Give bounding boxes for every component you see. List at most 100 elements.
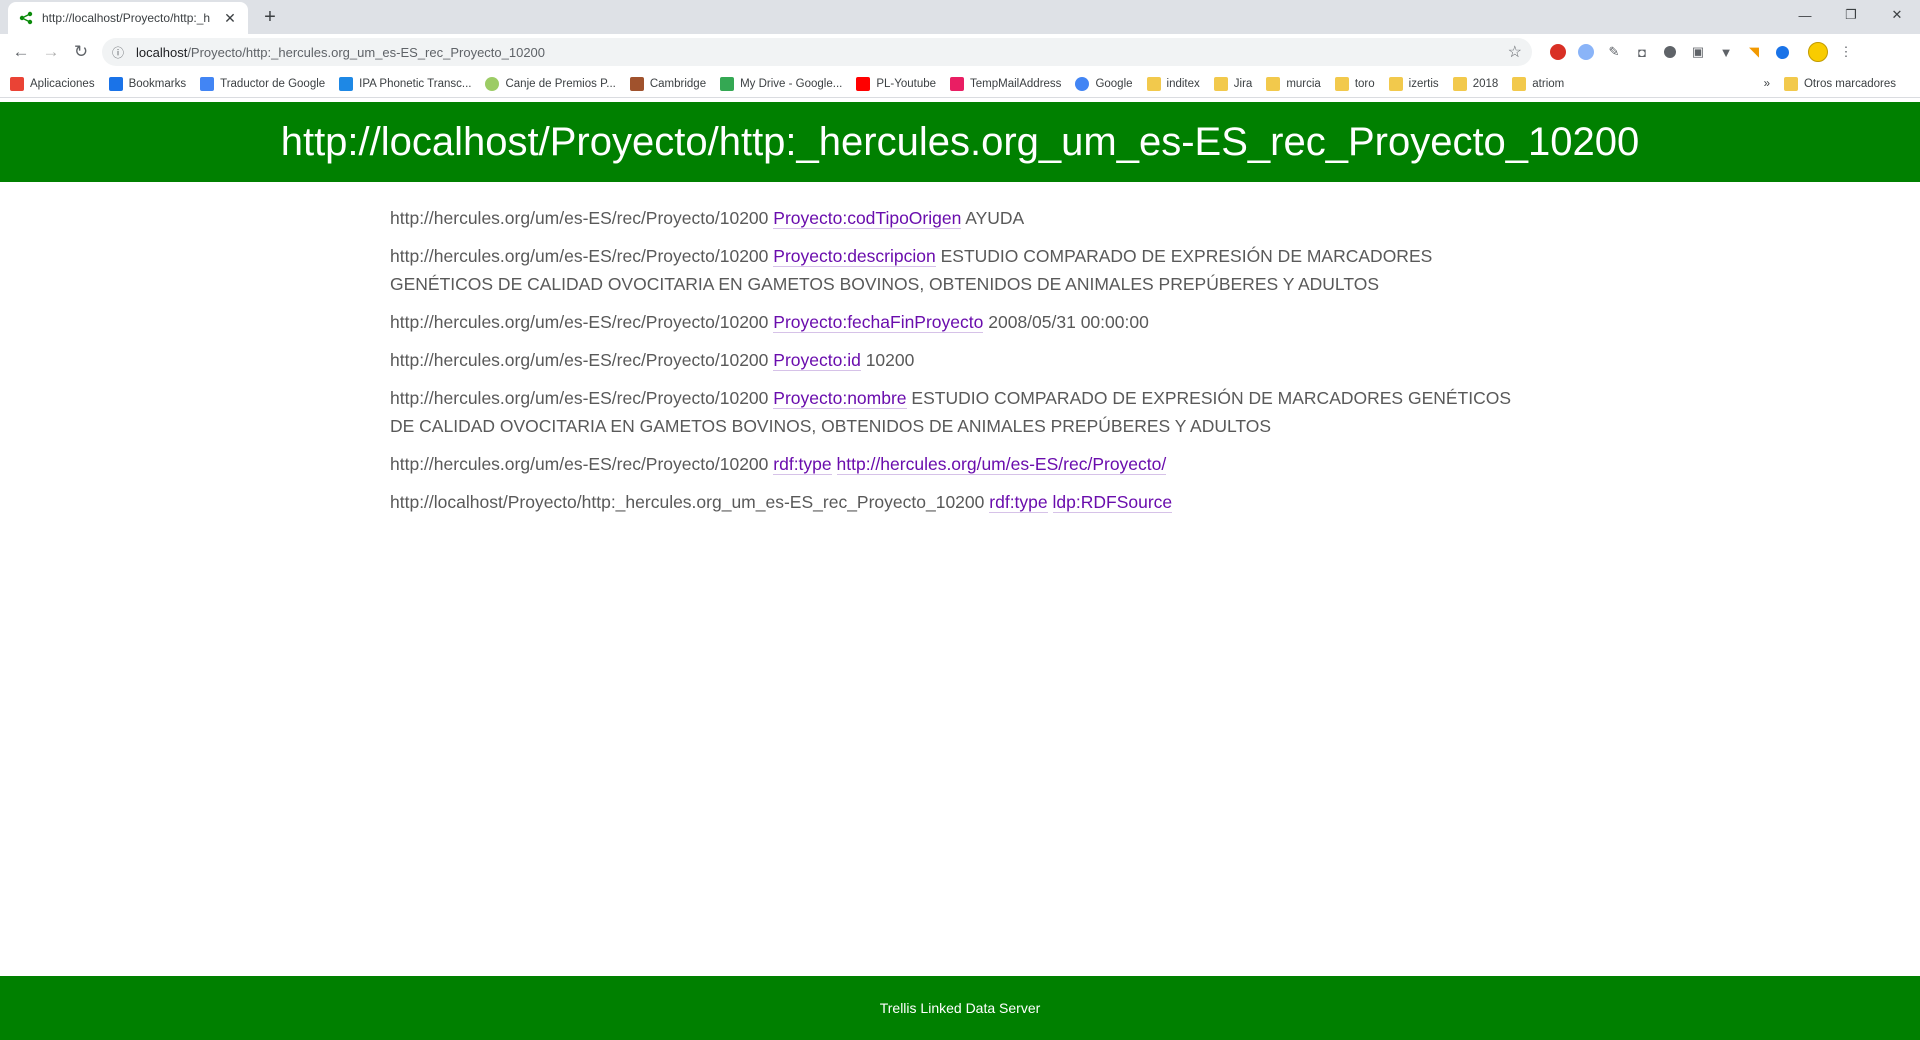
triple-subject: http://hercules.org/um/es-ES/rec/Proyect…	[390, 312, 769, 332]
triple-subject: http://hercules.org/um/es-ES/rec/Proyect…	[390, 208, 769, 228]
extensions: ✎ ◘ ▣ ▼ ◥ ⋮	[1544, 38, 1860, 66]
triple-predicate-link[interactable]: rdf:type	[989, 492, 1048, 513]
adblock-icon[interactable]	[1544, 38, 1572, 66]
bookmark-label: izertis	[1408, 77, 1439, 90]
bookmark-item[interactable]: Canje de Premios P...	[485, 76, 616, 91]
bookmark-item[interactable]: inditex	[1146, 76, 1200, 91]
window-controls: — ❐ ✕	[1782, 0, 1920, 30]
bookmark-item[interactable]: toro	[1334, 76, 1375, 91]
restore-icon[interactable]: ❐	[1828, 0, 1874, 30]
close-window-icon[interactable]: ✕	[1874, 0, 1920, 30]
triple-subject: http://hercules.org/um/es-ES/rec/Proyect…	[390, 388, 769, 408]
bookmark-label: Google	[1095, 77, 1133, 90]
triple-row: http://hercules.org/um/es-ES/rec/Proyect…	[390, 346, 1530, 374]
bookmark-item[interactable]: IPA Phonetic Transc...	[339, 76, 471, 91]
triple-object: 2008/05/31 00:00:00	[988, 312, 1149, 332]
bookmark-item[interactable]: TempMailAddress	[950, 76, 1062, 91]
close-tab-icon[interactable]: ✕	[222, 10, 238, 27]
bookmark-item[interactable]: izertis	[1388, 76, 1439, 91]
folder-icon	[1213, 76, 1228, 91]
bookmark-label: My Drive - Google...	[740, 77, 843, 90]
eyedropper-icon[interactable]: ✎	[1600, 38, 1628, 66]
screenshot-icon[interactable]: ▣	[1684, 38, 1712, 66]
bookmark-item[interactable]: atriom	[1512, 76, 1564, 91]
bookmark-item[interactable]: My Drive - Google...	[720, 76, 843, 91]
more-bookmarks-button[interactable]: »	[1764, 78, 1770, 90]
triple-row: http://hercules.org/um/es-ES/rec/Proyect…	[390, 450, 1530, 478]
triple-predicate-link[interactable]: rdf:type	[773, 454, 832, 475]
info-icon[interactable]: ⓘ	[112, 44, 130, 61]
back-icon[interactable]: ←	[6, 37, 36, 67]
bookmark-label: Bookmarks	[128, 77, 187, 90]
drive-icon	[720, 76, 735, 91]
triple-object-link[interactable]: http://hercules.org/um/es-ES/rec/Proyect…	[836, 454, 1167, 475]
translate-icon	[200, 76, 215, 91]
reload-icon[interactable]: ↻	[66, 37, 96, 67]
other-bookmarks-folder[interactable]: Otros marcadores	[1783, 76, 1896, 91]
youtube-icon	[856, 76, 871, 91]
bookmark-star-icon[interactable]: ☆	[1508, 42, 1522, 62]
bookmark-item[interactable]: Bookmarks	[108, 76, 187, 91]
bookmark-label: murcia	[1286, 77, 1321, 90]
star-icon	[108, 76, 123, 91]
address-url[interactable]: localhost/Proyecto/http:_hercules.org_um…	[136, 45, 1508, 60]
triple-subject: http://hercules.org/um/es-ES/rec/Proyect…	[390, 246, 769, 266]
triples-list: http://hercules.org/um/es-ES/rec/Proyect…	[390, 182, 1530, 516]
extension-icon[interactable]	[1572, 38, 1600, 66]
triple-object-link[interactable]: ldp:RDFSource	[1052, 492, 1173, 513]
bookmark-label: PL-Youtube	[876, 77, 937, 90]
triple-predicate-link[interactable]: Proyecto:nombre	[773, 388, 907, 409]
bookmark-item[interactable]: PL-Youtube	[856, 76, 937, 91]
rss-icon[interactable]: ◥	[1740, 38, 1768, 66]
triple-subject: http://hercules.org/um/es-ES/rec/Proyect…	[390, 350, 769, 370]
tab-strip: http://localhost/Proyecto/http:_h ✕ + — …	[0, 0, 1920, 34]
triple-predicate-link[interactable]: Proyecto:fechaFinProyecto	[773, 312, 984, 333]
ipa-icon	[339, 76, 354, 91]
bookmark-item[interactable]: Cambridge	[629, 76, 707, 91]
bookmark-item[interactable]: 2018	[1452, 76, 1499, 91]
google-icon	[1075, 76, 1090, 91]
bookmark-label: TempMailAddress	[970, 77, 1062, 90]
vue-icon[interactable]: ▼	[1712, 38, 1740, 66]
triple-predicate-link[interactable]: Proyecto:codTipoOrigen	[773, 208, 962, 229]
menu-icon[interactable]: ⋮	[1832, 38, 1860, 66]
bookmark-label: inditex	[1166, 77, 1200, 90]
bookmark-item[interactable]: murcia	[1266, 76, 1321, 91]
page-title: http://localhost/Proyecto/http:_hercules…	[280, 119, 1640, 164]
folder-icon	[1388, 76, 1403, 91]
triple-object: AYUDA	[965, 208, 1025, 228]
apps-grid-icon	[10, 76, 24, 91]
bookmark-item[interactable]: Aplicaciones	[10, 76, 95, 91]
browser-tab[interactable]: http://localhost/Proyecto/http:_h ✕	[8, 2, 248, 34]
page-header: http://localhost/Proyecto/http:_hercules…	[0, 102, 1920, 182]
bookmark-label: Cambridge	[649, 77, 707, 90]
folder-icon	[1334, 76, 1349, 91]
record-icon[interactable]	[1656, 38, 1684, 66]
bookmark-label: 2018	[1472, 77, 1499, 90]
folder-icon	[1266, 76, 1281, 91]
address-bar[interactable]: ⓘ localhost/Proyecto/http:_hercules.org_…	[102, 38, 1532, 66]
profile-avatar-icon[interactable]	[1804, 38, 1832, 66]
new-tab-button[interactable]: +	[258, 6, 282, 30]
triple-row: http://hercules.org/um/es-ES/rec/Proyect…	[390, 242, 1530, 298]
triple-predicate-link[interactable]: Proyecto:descripcion	[773, 246, 936, 267]
triple-subject: http://hercules.org/um/es-ES/rec/Proyect…	[390, 454, 769, 474]
forward-icon[interactable]: →	[36, 37, 66, 67]
other-bookmarks-label: Otros marcadores	[1803, 77, 1896, 90]
bookmark-item[interactable]: Google	[1075, 76, 1133, 91]
minimize-icon[interactable]: —	[1782, 0, 1828, 30]
triple-row: http://hercules.org/um/es-ES/rec/Proyect…	[390, 204, 1530, 232]
mail-icon	[950, 76, 965, 91]
bookmark-label: Jira	[1233, 77, 1253, 90]
triple-predicate-link[interactable]: Proyecto:id	[773, 350, 861, 371]
bookmark-item[interactable]: Jira	[1213, 76, 1253, 91]
extension-blue-icon[interactable]	[1768, 38, 1796, 66]
bookmark-item[interactable]: Traductor de Google	[200, 76, 326, 91]
bookmark-label: Aplicaciones	[30, 77, 95, 90]
bookmark-label: Traductor de Google	[220, 77, 326, 90]
triple-row: http://hercules.org/um/es-ES/rec/Proyect…	[390, 384, 1530, 440]
bookmark-label: toro	[1354, 77, 1375, 90]
page-footer: Trellis Linked Data Server	[0, 976, 1920, 1040]
triple-subject: http://localhost/Proyecto/http:_hercules…	[390, 492, 985, 512]
pocket-icon[interactable]: ◘	[1628, 38, 1656, 66]
